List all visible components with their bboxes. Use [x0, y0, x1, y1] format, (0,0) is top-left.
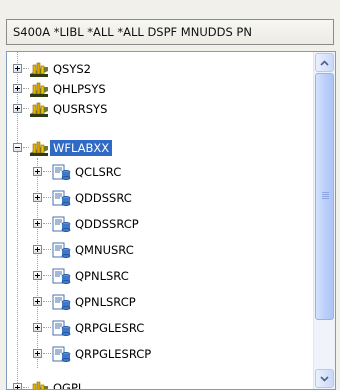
tree-item-label: QUSRSYS	[53, 102, 108, 116]
source-file-icon	[52, 190, 71, 206]
tree-item-qddssrc[interactable]: QDDSSRC	[7, 188, 314, 208]
chevron-up-icon	[320, 60, 329, 66]
tree-item-qpnlsrcp[interactable]: QPNLSRCP	[7, 292, 314, 312]
tree-content: QSYS2 QHLPSYS QUSRSYS WFLABXX QCLSRC QDD…	[7, 52, 314, 389]
library-icon	[30, 62, 48, 77]
chevron-down-icon	[320, 376, 329, 382]
tree-item-qgpl[interactable]: QGPL	[7, 378, 314, 389]
tree-item-label: QMNUSRC	[75, 243, 134, 257]
expand-icon[interactable]	[13, 64, 22, 73]
tree-item-wflabxx[interactable]: WFLABXX	[7, 138, 314, 158]
source-file-icon	[52, 268, 71, 284]
filter-string-field[interactable]: S400A *LIBL *ALL *ALL DSPF MNUDDS PN	[6, 19, 334, 45]
expand-icon[interactable]	[33, 219, 42, 228]
library-icon	[30, 141, 48, 156]
expand-icon[interactable]	[33, 349, 42, 358]
tree-item-label: QGPL	[53, 381, 85, 389]
tree-item-qusrsys[interactable]: QUSRSYS	[7, 99, 314, 119]
source-file-icon	[52, 242, 71, 258]
expand-icon[interactable]	[33, 297, 42, 306]
collapse-icon[interactable]	[13, 143, 22, 152]
tree-item-qclsrc[interactable]: QCLSRC	[7, 162, 314, 182]
source-file-icon	[52, 294, 71, 310]
expand-icon[interactable]	[13, 104, 22, 113]
tree-item-label: QRPGLESRC	[75, 321, 145, 335]
tree-item-label: QPNLSRCP	[75, 295, 136, 309]
expand-icon[interactable]	[13, 84, 22, 93]
source-file-icon	[52, 320, 71, 336]
expand-icon[interactable]	[33, 167, 42, 176]
expand-icon[interactable]	[33, 193, 42, 202]
library-icon	[30, 102, 48, 117]
library-icon	[30, 82, 48, 97]
scroll-down-button[interactable]	[315, 369, 334, 388]
expand-icon[interactable]	[33, 271, 42, 280]
tree-item-label: QDDSSRC	[75, 191, 132, 205]
tree-item-label: QRPGLESRCP	[75, 347, 152, 361]
expand-icon[interactable]	[33, 245, 42, 254]
remote-systems-tree[interactable]: QSYS2 QHLPSYS QUSRSYS WFLABXX QCLSRC QDD…	[6, 51, 336, 390]
vertical-scrollbar[interactable]	[313, 52, 335, 389]
tree-item-label-selected: WFLABXX	[48, 139, 114, 157]
expand-icon[interactable]	[33, 323, 42, 332]
tree-item-label: QSYS2	[53, 62, 91, 76]
filter-string-text: S400A *LIBL *ALL *ALL DSPF MNUDDS PN	[13, 25, 252, 39]
source-file-icon	[52, 164, 71, 180]
expand-icon[interactable]	[13, 383, 22, 389]
tree-item-qpnlsrc[interactable]: QPNLSRC	[7, 266, 314, 286]
tree-item-label: QPNLSRC	[75, 269, 129, 283]
source-file-icon	[52, 216, 71, 232]
tree-item-qhlpsys[interactable]: QHLPSYS	[7, 79, 314, 99]
tree-item-label: QHLPSYS	[53, 82, 106, 96]
tree-item-qrpglesrc[interactable]: QRPGLESRC	[7, 318, 314, 338]
scroll-thumb[interactable]	[315, 73, 334, 320]
tree-item-label: QCLSRC	[75, 165, 122, 179]
tree-item-qmnusrc[interactable]: QMNUSRC	[7, 240, 314, 260]
tree-item-qrpglesrcp[interactable]: QRPGLESRCP	[7, 344, 314, 364]
scroll-up-button[interactable]	[315, 53, 334, 72]
tree-item-qddssrcp[interactable]: QDDSSRCP	[7, 214, 314, 234]
library-icon	[32, 381, 48, 389]
tree-item-qsys2[interactable]: QSYS2	[7, 59, 314, 79]
tree-item-label: QDDSSRCP	[75, 217, 139, 231]
source-file-icon	[52, 346, 71, 362]
